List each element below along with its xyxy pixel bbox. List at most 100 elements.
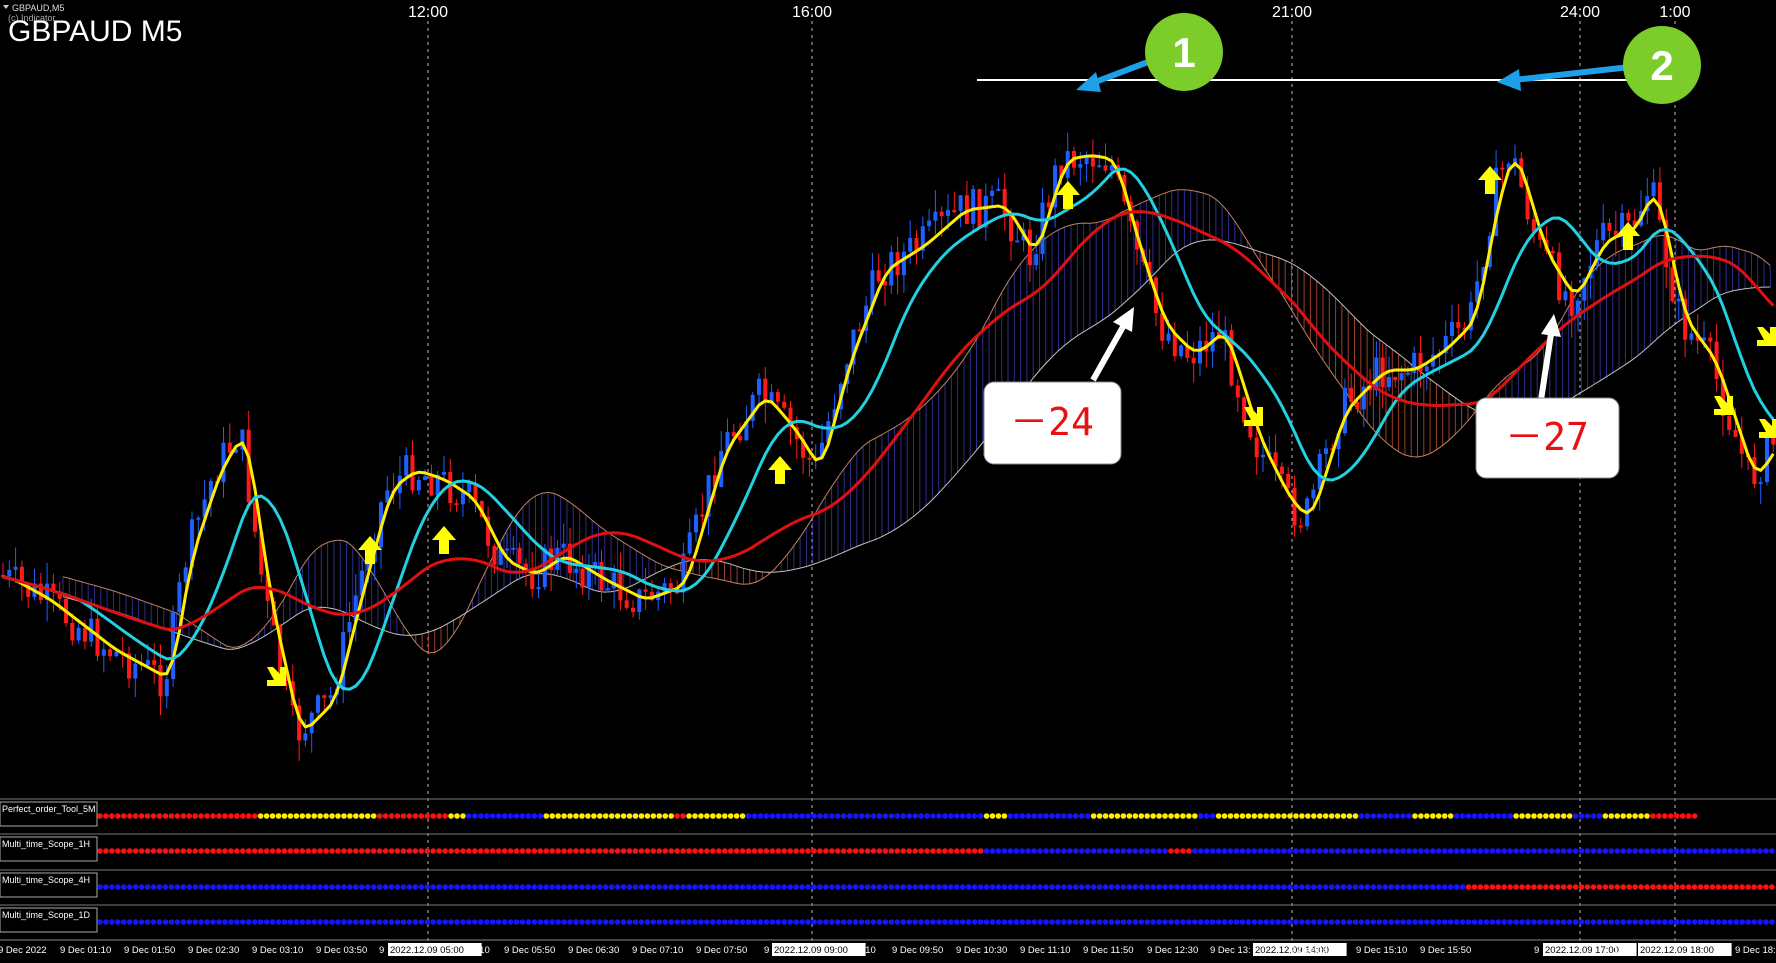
signal-dot (591, 848, 597, 854)
signal-dot (466, 848, 472, 854)
signal-dot (1471, 813, 1478, 819)
signal-dot (97, 848, 103, 854)
signal-dot (882, 848, 889, 854)
signal-dot (597, 919, 603, 925)
signal-dot (293, 919, 300, 925)
signal-dot (882, 884, 889, 890)
signal-dot (489, 919, 496, 925)
candle-body (164, 679, 169, 697)
signal-dot (1614, 813, 1621, 819)
signal-dot (1090, 813, 1097, 819)
signal-dot (1061, 848, 1067, 854)
candle-body (1349, 387, 1354, 402)
signal-dot (287, 848, 294, 854)
signal-dot (257, 919, 264, 925)
signal-dot (1572, 919, 1579, 925)
signal-dot (1162, 919, 1168, 925)
signal-dot (876, 919, 883, 925)
signal-dot (989, 813, 996, 819)
axis-label: 9 Dec 07:10 (632, 945, 683, 956)
candle-body (1002, 188, 1007, 216)
signal-dot (240, 884, 246, 890)
signal-dot (1209, 848, 1216, 854)
signal-dot (1453, 919, 1460, 925)
signal-dot (1090, 919, 1097, 925)
signal-dot (138, 848, 145, 854)
signal-dot (1549, 884, 1555, 890)
signal-dot (1358, 848, 1365, 854)
signal-dot (1751, 884, 1757, 890)
signal-dot (840, 848, 847, 854)
signal-dot (144, 884, 151, 890)
signal-dot (335, 884, 341, 890)
signal-dot (150, 919, 157, 925)
signal-dot (472, 884, 478, 890)
signal-dot (1424, 848, 1430, 854)
signal-dot (1668, 848, 1674, 854)
price-chart[interactable]: 1 2 －24 －27 GBPAUD,M5 (c) Indicator GBPA… (0, 0, 1776, 963)
signal-dot (1608, 813, 1615, 819)
signal-dot (1614, 884, 1621, 890)
candle-body (1078, 164, 1083, 168)
signal-dot (269, 919, 276, 925)
signal-dot (573, 884, 579, 890)
signal-dot (251, 919, 258, 925)
signal-dot (805, 919, 811, 925)
candle-body (1090, 157, 1095, 167)
signal-dot (192, 919, 198, 925)
signal-dot (1578, 813, 1585, 819)
signal-dot (1251, 813, 1258, 819)
signal-dot (1346, 919, 1353, 925)
signal-dot (745, 919, 752, 925)
signal-dot (364, 848, 371, 854)
axis-label: 9 Dec 14:30 (1290, 945, 1341, 956)
signal-dot (1180, 919, 1186, 925)
signal-dot (1626, 848, 1632, 854)
signal-dot (727, 813, 734, 819)
signal-dot (1554, 848, 1561, 854)
signal-dot (1251, 884, 1258, 890)
signal-dot (1525, 848, 1531, 854)
signal-dot (870, 884, 877, 890)
signal-dot (638, 813, 645, 819)
candle-body (939, 211, 944, 216)
signal-dot (906, 848, 912, 854)
signal-dot (829, 848, 835, 854)
signal-dot (1453, 813, 1460, 819)
candle-body (605, 588, 610, 591)
signal-dot (1120, 848, 1127, 854)
signal-dot (555, 848, 561, 854)
candle-body (561, 543, 566, 548)
signal-dot (1578, 919, 1585, 925)
signal-dot (1001, 884, 1008, 890)
signal-dot (1757, 848, 1763, 854)
signal-dot (757, 848, 764, 854)
signal-dot (662, 813, 669, 819)
signal-dot (591, 813, 597, 819)
signal-dot (472, 919, 478, 925)
signal-dot (757, 884, 764, 890)
signal-dot (948, 813, 954, 819)
signal-dot (1180, 884, 1186, 890)
signal-dot (1477, 919, 1484, 925)
signal-dot (1537, 884, 1543, 890)
candle-body (1034, 254, 1039, 266)
signal-dot (1257, 848, 1264, 854)
signal-dot (906, 919, 912, 925)
signal-dot (1293, 848, 1299, 854)
signal-dot (971, 813, 978, 819)
signal-dot (537, 884, 544, 890)
signal-dot (323, 848, 329, 854)
candle-body (171, 612, 176, 680)
signal-dot (1673, 919, 1680, 925)
signal-dot (1334, 919, 1341, 925)
signal-dot (912, 813, 918, 819)
signal-dot (888, 884, 895, 890)
signal-dot (293, 884, 300, 890)
signal-dot (204, 813, 210, 819)
signal-dot (1560, 919, 1567, 925)
signal-dot (216, 848, 222, 854)
signal-dot (1067, 884, 1073, 890)
signal-dot (180, 884, 187, 890)
signal-dot (668, 848, 674, 854)
